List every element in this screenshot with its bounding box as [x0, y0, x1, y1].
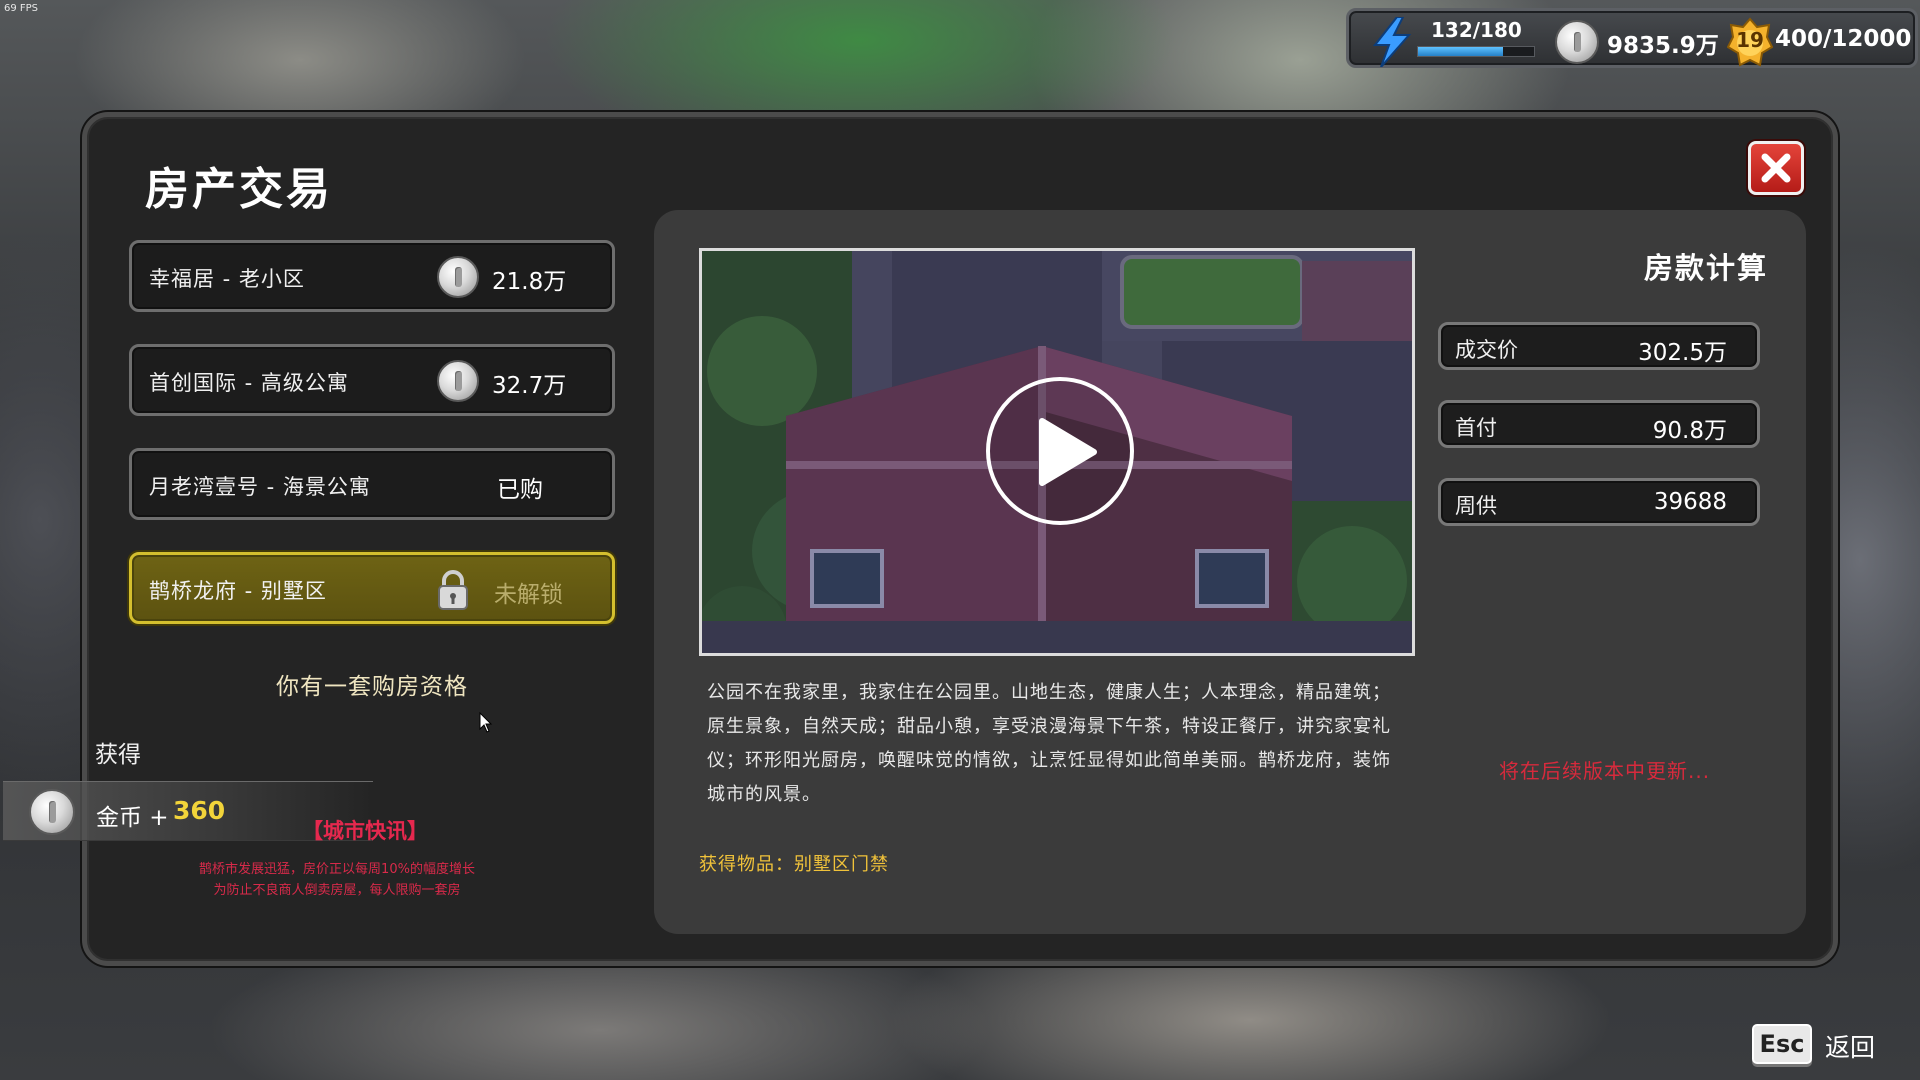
- reward-label: 金币 +: [96, 805, 169, 831]
- property-item-xingfuju[interactable]: 幸福居 - 老小区 21.8万: [129, 240, 615, 312]
- lock-icon: [438, 570, 468, 610]
- energy-bar-fill: [1418, 47, 1504, 56]
- property-item-queqiao[interactable]: 鹊桥龙府 - 别墅区 未解锁: [129, 552, 615, 624]
- esc-key-button[interactable]: Esc: [1752, 1024, 1812, 1064]
- calc-row-weekly-payment: 周供 39688: [1438, 478, 1760, 526]
- property-item-yuelaowan[interactable]: 月老湾壹号 - 海景公寓 已购: [129, 448, 615, 520]
- lightning-icon: [1372, 17, 1412, 67]
- energy-bar: [1417, 46, 1535, 57]
- coin-icon: [437, 256, 479, 298]
- top-status-bar: 132/180 9835.9万 19 400/12000: [1346, 8, 1918, 68]
- fps-counter: 69 FPS: [4, 3, 39, 14]
- calc-value: 302.5万: [1638, 340, 1727, 366]
- coin-icon: [437, 360, 479, 402]
- property-name: 鹊桥龙府 - 别墅区: [149, 579, 327, 603]
- property-name: 首创国际 - 高级公寓: [149, 371, 349, 395]
- property-preview-video[interactable]: [699, 248, 1415, 656]
- property-detail-panel: 公园不在我家里，我家住在公园里。山地生态，健康人生；人本理念，精品建筑；原生景象…: [654, 210, 1806, 934]
- close-button[interactable]: [1748, 141, 1804, 195]
- calc-label: 首付: [1455, 416, 1497, 440]
- coming-soon-notice: 将在后续版本中更新...: [1499, 759, 1711, 783]
- calc-value: 90.8万: [1652, 418, 1727, 444]
- property-status-locked: 未解锁: [494, 582, 563, 608]
- obtain-item: 获得物品：别墅区门禁: [699, 854, 889, 875]
- coin-icon: [1555, 20, 1599, 64]
- mouse-cursor-icon: [479, 712, 493, 733]
- level-number: 19: [1736, 28, 1764, 52]
- city-news-line-2: 为防止不良商人倒卖房屋，每人限购一套房: [213, 883, 461, 898]
- money-value: 9835.9万: [1607, 33, 1719, 59]
- calc-row-down-payment: 首付 90.8万: [1438, 400, 1760, 448]
- page-title: 房产交易: [145, 164, 333, 215]
- back-button[interactable]: 返回: [1825, 1028, 1875, 1064]
- calc-label: 周供: [1455, 494, 1497, 518]
- play-button[interactable]: [986, 377, 1134, 525]
- property-price: 32.7万: [492, 373, 567, 399]
- reward-value: 360: [173, 796, 226, 825]
- city-news-title: 【城市快讯】: [302, 819, 428, 843]
- coin-icon: [29, 789, 75, 835]
- payment-calc-title: 房款计算: [1644, 251, 1769, 285]
- property-name: 月老湾壹号 - 海景公寓: [149, 475, 371, 499]
- close-icon: [1761, 153, 1791, 183]
- property-price: 21.8万: [492, 269, 567, 295]
- calc-label: 成交价: [1455, 338, 1518, 362]
- gain-label: 获得: [95, 742, 141, 768]
- calc-row-deal-price: 成交价 302.5万: [1438, 322, 1760, 370]
- property-item-shouchuang[interactable]: 首创国际 - 高级公寓 32.7万: [129, 344, 615, 416]
- calc-value: 39688: [1653, 489, 1727, 515]
- property-status-bought: 已购: [497, 477, 543, 503]
- property-trade-panel: 房产交易 幸福居 - 老小区 21.8万 首创国际 - 高级公寓 32.7万 月…: [3, 112, 1838, 966]
- city-news-line-1: 鹊桥市发展迅猛，房价正以每周10%的幅度增长: [199, 862, 475, 877]
- purchase-qualification: 你有一套购房资格: [276, 674, 468, 700]
- property-name: 幸福居 - 老小区: [149, 267, 305, 291]
- play-icon: [1039, 418, 1097, 486]
- exp-value: 400/12000: [1775, 26, 1912, 52]
- property-description: 公园不在我家里，我家住在公园里。山地生态，健康人生；人本理念，精品建筑；原生景象…: [707, 682, 1391, 805]
- energy-value: 132/180: [1431, 18, 1522, 42]
